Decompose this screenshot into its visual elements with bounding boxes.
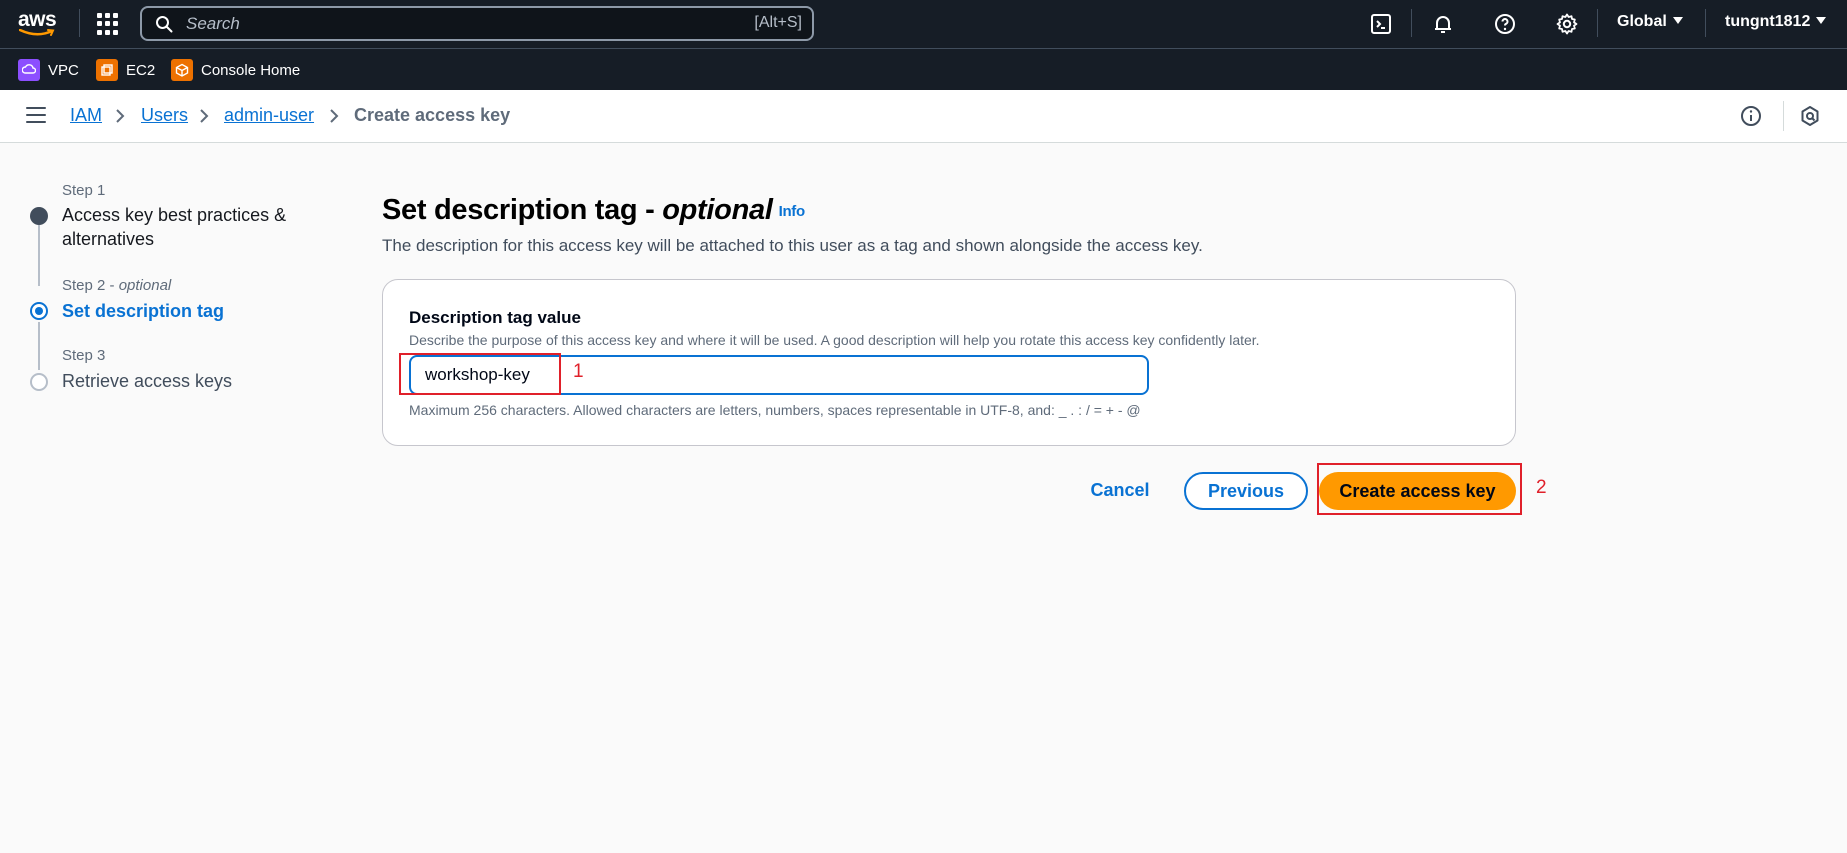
annotation-box-2 <box>1317 463 1522 515</box>
step-connector <box>38 225 40 286</box>
breadcrumb-current: Create access key <box>354 105 511 125</box>
divider <box>1783 101 1784 131</box>
nav-divider <box>79 9 80 37</box>
region-label: Global <box>1617 13 1667 30</box>
breadcrumb-iam[interactable]: IAM <box>70 105 102 126</box>
step-3-title: Retrieve access keys <box>62 371 233 391</box>
nav-divider <box>1411 9 1412 37</box>
services-menu-icon[interactable] <box>97 13 119 35</box>
page-subtitle: The description for this access key will… <box>382 236 1203 255</box>
step-1-title-line2: alternatives <box>62 229 155 249</box>
gear-icon[interactable] <box>1555 12 1579 36</box>
account-username: tungnt1812 <box>1725 13 1811 30</box>
step-3-pending-dot <box>30 373 48 391</box>
nav-divider <box>1705 9 1706 37</box>
favorites-bar: VPC EC2 Console Home <box>0 48 1847 90</box>
step-2-title: Set description tag <box>62 301 225 321</box>
aws-logo-text: aws <box>18 8 57 31</box>
favorite-label: VPC <box>48 61 79 79</box>
favorite-label: EC2 <box>126 61 156 79</box>
search-icon <box>156 16 173 33</box>
region-selector[interactable]: Global <box>1617 13 1683 31</box>
step-connector <box>38 322 40 370</box>
menu-icon[interactable] <box>26 107 46 123</box>
description-tag-label: Description tag value <box>409 308 581 327</box>
step-1-completed-dot <box>30 207 48 225</box>
aws-logo[interactable]: aws <box>18 8 58 38</box>
bell-icon[interactable] <box>1431 12 1455 36</box>
search-input[interactable] <box>186 12 686 36</box>
caret-down-icon <box>1672 17 1683 24</box>
console-home-icon <box>171 59 193 81</box>
previous-button[interactable]: Previous <box>1184 472 1308 510</box>
step-1-title-line1: Access key best practices & <box>62 205 287 225</box>
chevron-right-icon <box>116 109 125 123</box>
favorite-label: Console Home <box>201 61 301 79</box>
search-shortcut: [Alt+S] <box>754 14 802 31</box>
step-1-label: Step 1 <box>62 182 106 199</box>
caret-down-icon <box>1816 17 1827 24</box>
ec2-icon <box>96 59 118 81</box>
annotation-number-1: 1 <box>573 361 584 382</box>
step-1-title[interactable]: Access key best practices & alternatives <box>62 203 286 251</box>
top-navigation: aws [Alt+S] Global tungnt1812 <box>0 0 1847 48</box>
step-2-label: Step 2 - optional <box>62 277 172 294</box>
q-assistant-icon[interactable] <box>1798 104 1822 128</box>
search-box[interactable]: [Alt+S] <box>140 6 814 41</box>
breadcrumb-users[interactable]: Users <box>141 105 188 126</box>
cloudshell-icon[interactable] <box>1369 12 1393 36</box>
vpc-icon <box>18 59 40 81</box>
annotation-number-2: 2 <box>1536 477 1547 498</box>
step-3-label: Step 3 <box>62 347 106 364</box>
description-tag-constraint: Maximum 256 characters. Allowed characte… <box>409 402 1141 418</box>
breadcrumb-bar: IAM Users admin-user Create access key <box>0 90 1847 143</box>
cancel-button[interactable]: Cancel <box>1080 473 1160 507</box>
step-2-active-dot <box>30 302 48 320</box>
description-tag-help: Describe the purpose of this access key … <box>409 332 1260 348</box>
favorite-vpc[interactable]: VPC <box>18 58 79 82</box>
page-title: Set description tag - optional Info <box>382 194 806 226</box>
nav-divider <box>1597 9 1598 37</box>
favorite-console-home[interactable]: Console Home <box>171 58 300 82</box>
annotation-box-1 <box>399 353 561 395</box>
help-icon[interactable] <box>1493 12 1517 36</box>
breadcrumb-admin-user[interactable]: admin-user <box>224 105 314 126</box>
aws-smile-icon <box>19 29 55 36</box>
favorite-ec2[interactable]: EC2 <box>96 58 155 82</box>
account-menu[interactable]: tungnt1812 <box>1725 13 1827 31</box>
info-panel-icon[interactable] <box>1739 104 1763 128</box>
info-link[interactable]: Info <box>779 203 806 220</box>
chevron-right-icon <box>200 109 209 123</box>
chevron-right-icon <box>330 109 339 123</box>
